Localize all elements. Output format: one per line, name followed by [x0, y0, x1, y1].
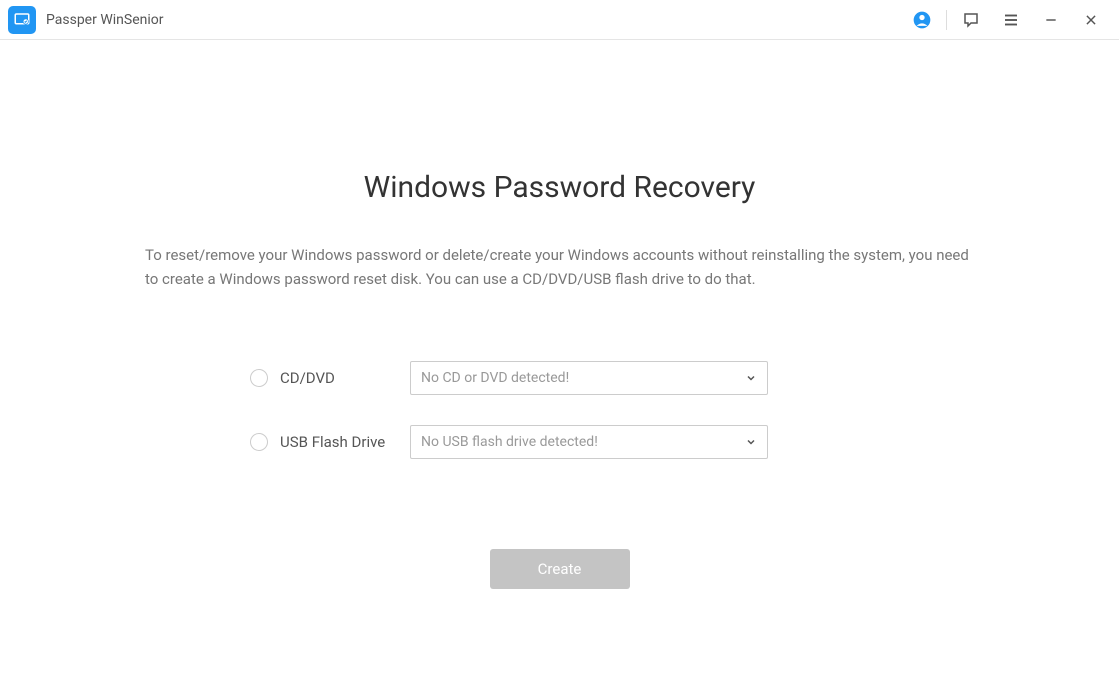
titlebar-divider [946, 10, 947, 30]
app-title: Passper WinSenior [46, 12, 902, 28]
menu-icon[interactable] [991, 0, 1031, 40]
page-description: To reset/remove your Windows password or… [145, 243, 974, 291]
usb-option: USB Flash Drive No USB flash drive detec… [250, 425, 974, 459]
chevron-down-icon [745, 433, 757, 452]
minimize-button[interactable] [1031, 0, 1071, 40]
usb-label: USB Flash Drive [280, 433, 410, 451]
feedback-icon[interactable] [951, 0, 991, 40]
cd-dvd-radio[interactable] [250, 369, 268, 387]
boot-media-options: CD/DVD No CD or DVD detected! USB Flash … [145, 361, 974, 459]
usb-dropdown[interactable]: No USB flash drive detected! [410, 425, 768, 459]
account-icon[interactable] [902, 0, 942, 40]
close-button[interactable] [1071, 0, 1111, 40]
main-content: Windows Password Recovery To reset/remov… [0, 40, 1119, 589]
app-logo-icon [8, 6, 36, 34]
titlebar: Passper WinSenior [0, 0, 1119, 40]
cd-dvd-label: CD/DVD [280, 369, 410, 387]
usb-dropdown-text: No USB flash drive detected! [421, 434, 598, 450]
titlebar-controls [902, 0, 1111, 40]
create-button[interactable]: Create [490, 549, 630, 589]
chevron-down-icon [745, 369, 757, 388]
usb-radio[interactable] [250, 433, 268, 451]
page-title: Windows Password Recovery [145, 170, 974, 205]
cd-dvd-dropdown-text: No CD or DVD detected! [421, 370, 569, 386]
cd-dvd-option: CD/DVD No CD or DVD detected! [250, 361, 974, 395]
cd-dvd-dropdown[interactable]: No CD or DVD detected! [410, 361, 768, 395]
